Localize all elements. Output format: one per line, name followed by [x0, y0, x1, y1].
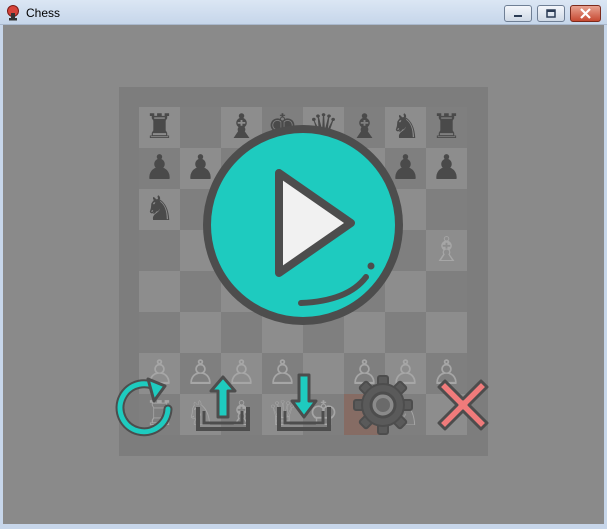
close-icon	[580, 8, 591, 19]
restart-icon	[115, 377, 173, 437]
black-piece[interactable]: ♞	[139, 189, 180, 230]
board-square[interactable]	[139, 230, 180, 271]
board-square[interactable]	[426, 271, 467, 312]
import-button[interactable]	[275, 371, 333, 435]
export-button[interactable]	[194, 371, 252, 435]
close-button[interactable]	[570, 5, 601, 22]
black-piece[interactable]: ♟	[139, 148, 180, 189]
play-button[interactable]	[203, 125, 403, 325]
close-x-icon	[437, 379, 489, 431]
black-piece[interactable]: ♜	[426, 107, 467, 148]
window-title: Chess	[26, 6, 61, 20]
white-piece[interactable]: ♗	[426, 230, 467, 271]
minimize-button[interactable]	[504, 5, 532, 22]
maximize-icon	[546, 9, 556, 18]
minimize-icon	[514, 15, 522, 17]
board-square[interactable]	[426, 189, 467, 230]
board-square[interactable]	[139, 312, 180, 353]
window-titlebar[interactable]: Chess	[0, 0, 607, 25]
black-piece[interactable]: ♟	[426, 148, 467, 189]
black-piece[interactable]: ♜	[139, 107, 180, 148]
play-icon	[203, 125, 403, 325]
settings-button[interactable]	[351, 373, 415, 437]
restart-button[interactable]	[113, 373, 177, 437]
upload-icon	[196, 375, 250, 431]
maximize-button[interactable]	[537, 5, 565, 22]
board-square[interactable]	[139, 271, 180, 312]
download-icon	[277, 373, 331, 431]
chess-app-icon	[7, 5, 19, 21]
window-frame-bottom	[0, 524, 607, 529]
quit-button[interactable]	[431, 373, 495, 437]
game-area: ♜♝♚♛♝♞♜♟♟♟♟♟♟♟♟♞♗♙♙♙♙♙♙♙♖♘♗♕♔♘	[3, 25, 604, 524]
board-square[interactable]	[426, 312, 467, 353]
gear-icon	[353, 375, 413, 435]
